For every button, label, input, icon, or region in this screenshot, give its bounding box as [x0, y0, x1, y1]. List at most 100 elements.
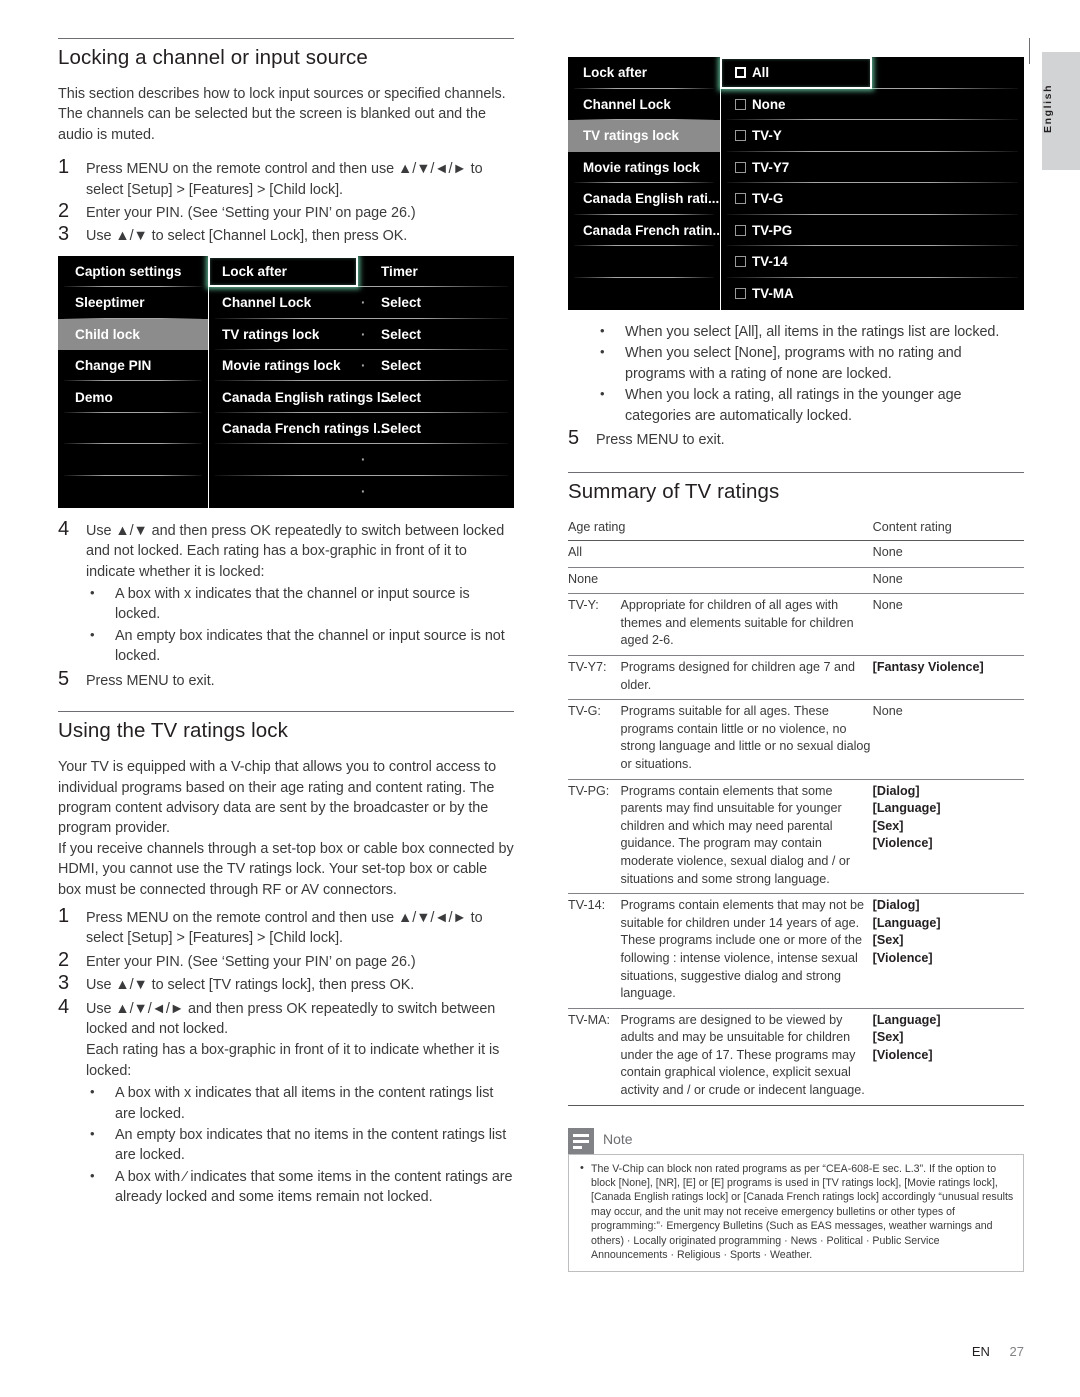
- table-row: TV-14: Programs contain elements that ma…: [568, 893, 1024, 1009]
- content-rating-tags: [Dialog] [Language] [Sex] [Violence]: [872, 783, 941, 851]
- osd-menu-item[interactable]: Change PIN: [58, 350, 208, 382]
- step-text: Use ▲/▼ to select [Channel Lock], then p…: [86, 228, 408, 245]
- bullet-list: A box with x indicates that the channel …: [58, 583, 514, 667]
- osd-submenu-item[interactable]: Canada French ratings l... · Select: [209, 413, 514, 445]
- step-number: 4: [58, 995, 70, 1018]
- osd-menu-left-pane: Caption settings Sleeptimer Child lock C…: [58, 255, 209, 508]
- osd-menu-item-label: Change PIN: [75, 358, 152, 374]
- osd-menu-item-selected[interactable]: Child lock: [58, 318, 208, 351]
- tv-osd-child-lock-screenshot: Caption settings Sleeptimer Child lock C…: [58, 255, 514, 508]
- osd-submenu-item[interactable]: Channel Lock · Select: [209, 287, 514, 319]
- osd-rating-option-row: TV-MA: [721, 286, 794, 301]
- checkbox-unchecked-icon[interactable]: [735, 67, 746, 79]
- osd-rating-option-row: TV-G: [721, 191, 783, 206]
- osd-rating-option-row: TV-14: [721, 254, 788, 269]
- osd-menu-item[interactable]: Sleeptimer: [58, 287, 208, 319]
- cell-age-rating: TV-14:: [568, 893, 621, 1009]
- list-item: An empty box indicates that the channel …: [86, 625, 514, 667]
- osd-rating-option[interactable]: TV-G: [721, 183, 1024, 215]
- language-tab-label: English: [1042, 83, 1054, 133]
- checkbox-unchecked-icon[interactable]: [735, 287, 746, 299]
- cell-content-rating: [Dialog] [Language] [Sex] [Violence]: [872, 779, 1024, 895]
- step-number: 3: [58, 223, 70, 246]
- osd-rating-option[interactable]: TV-Y7: [721, 152, 1024, 183]
- note-icon: [568, 1127, 594, 1154]
- list-item: A box with x indicates that all items in…: [86, 1082, 514, 1124]
- osd-menu-item-label: Movie ratings lock: [583, 159, 700, 175]
- paragraph: If you receive channels through a set-to…: [58, 840, 514, 898]
- osd-menu-item-label: Canada English rati...: [583, 191, 720, 207]
- list-item: When you select [All], all items in the …: [596, 321, 1024, 342]
- checkbox-unchecked-icon[interactable]: [735, 193, 746, 205]
- cell-description: Programs designed for children age 7 and…: [620, 655, 873, 701]
- osd-dot: ·: [361, 326, 366, 342]
- osd-menu-item-label: Channel Lock: [583, 96, 671, 112]
- osd-dot: ·: [361, 483, 366, 499]
- checkbox-unchecked-icon[interactable]: [735, 256, 746, 268]
- osd-menu-item[interactable]: Movie ratings lock: [568, 152, 720, 183]
- checkbox-unchecked-icon[interactable]: [735, 130, 746, 142]
- osd-rating-option-highlighted[interactable]: All: [721, 57, 1024, 89]
- osd-menu-item-label: Child lock: [75, 326, 140, 342]
- osd-rating-option[interactable]: TV-14: [721, 246, 1024, 278]
- osd-rating-option-label: TV-PG: [752, 222, 793, 238]
- note-header: Note: [568, 1127, 1024, 1154]
- osd-submenu-item-highlighted[interactable]: Lock after Timer: [209, 256, 514, 288]
- cell-age-rating: None: [568, 567, 873, 595]
- note-box: Note The V-Chip can block non rated prog…: [568, 1127, 1024, 1272]
- cell-description: Programs contain elements that may not b…: [620, 893, 873, 1009]
- osd-menu-item[interactable]: Canada French ratin...: [568, 215, 720, 246]
- step-text: Press MENU to exit.: [596, 432, 725, 449]
- osd-rating-option[interactable]: TV-Y: [721, 120, 1024, 152]
- osd-menu-item-label: Sleeptimer: [75, 295, 145, 311]
- osd-submenu-item-label: Movie ratings lock: [222, 358, 341, 374]
- osd-rating-option[interactable]: None: [721, 89, 1024, 120]
- cell-content-rating: [Fantasy Violence]: [872, 655, 1024, 701]
- table-row: TV-MA: Programs are designed to be viewe…: [568, 1008, 1024, 1106]
- osd-rating-option-row: TV-PG: [721, 223, 792, 238]
- osd-menu-item[interactable]: Channel Lock: [568, 89, 720, 120]
- manual-page: Locking a channel or input source This s…: [0, 0, 1080, 1397]
- osd-menu-item-selected[interactable]: TV ratings lock: [568, 120, 720, 152]
- section-heading: Summary of TV ratings: [568, 480, 780, 504]
- note-text: The V-Chip can block non rated programs …: [578, 1161, 1014, 1263]
- osd-menu-item[interactable]: Lock after: [568, 57, 720, 89]
- cell-age-rating: TV-Y:: [568, 593, 621, 656]
- tv-osd-ratings-lock-screenshot: Lock after Channel Lock TV ratings lock …: [568, 57, 1024, 310]
- osd-submenu-item-label: TV ratings lock: [222, 326, 320, 342]
- list-item: An empty box indicates that no items in …: [86, 1124, 514, 1166]
- osd-submenu-item-value: Select: [381, 420, 422, 436]
- left-column: Locking a channel or input source This s…: [58, 38, 514, 1210]
- osd-rating-option-label: TV-Y7: [752, 159, 790, 175]
- cell-age-rating: All: [568, 540, 873, 568]
- side-tab-rule: [1028, 38, 1030, 64]
- table-row: TV-G: Programs suitable for all ages. Th…: [568, 699, 1024, 780]
- osd-rating-option-row: None: [721, 97, 785, 112]
- step-number: 5: [568, 427, 580, 450]
- osd-submenu-item-value: Timer: [381, 264, 418, 280]
- section-rule: [568, 472, 1024, 474]
- osd-rating-option[interactable]: TV-MA: [721, 278, 1024, 310]
- checkbox-unchecked-icon[interactable]: [735, 161, 746, 173]
- checkbox-unchecked-icon[interactable]: [735, 224, 746, 236]
- checkbox-unchecked-icon[interactable]: [735, 98, 746, 110]
- step-continuation-text: Each rating has a box-graphic in front o…: [86, 1042, 500, 1079]
- osd-rating-option[interactable]: TV-PG: [721, 215, 1024, 246]
- osd-dot: ·: [361, 358, 366, 374]
- table-row: TV-PG: Programs contain elements that so…: [568, 779, 1024, 895]
- section-rule: [58, 38, 514, 39]
- step-item: 4 Use ▲/▼/◄/► and then press OK repeated…: [58, 995, 514, 1040]
- osd-submenu-item[interactable]: Canada English ratings l... · Select: [209, 381, 514, 413]
- osd-rating-option-label: TV-Y: [752, 128, 782, 144]
- osd-menu-item[interactable]: Canada English rati...: [568, 183, 720, 215]
- paragraph: Your TV is equipped with a V-chip that a…: [58, 759, 497, 837]
- cell-content-rating: None: [872, 593, 1024, 656]
- osd-submenu-item[interactable]: TV ratings lock · Select: [209, 319, 514, 351]
- table-header-row: Age rating Content rating: [568, 518, 1024, 542]
- osd-menu-item[interactable]: Demo: [58, 381, 208, 413]
- osd-submenu-item[interactable]: Movie ratings lock · Select: [209, 350, 514, 382]
- bullet-list: When you select [All], all items in the …: [568, 321, 1024, 426]
- right-column: Lock after Channel Lock TV ratings lock …: [568, 38, 1024, 1272]
- osd-menu-item[interactable]: Caption settings: [58, 256, 208, 288]
- list-item: A box with x indicates that the channel …: [86, 583, 514, 625]
